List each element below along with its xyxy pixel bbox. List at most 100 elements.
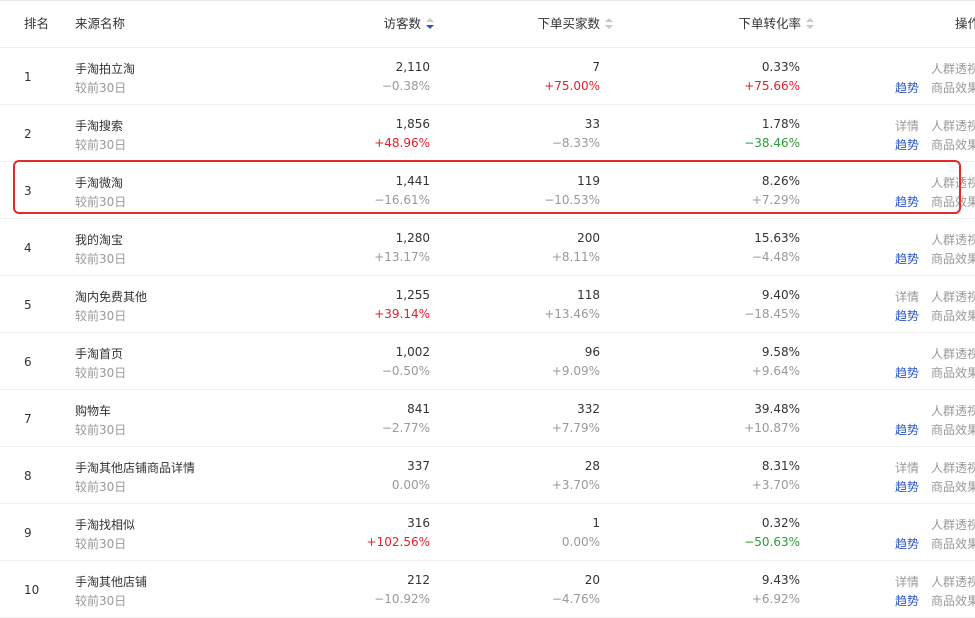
- visitors-value: 1,856: [395, 117, 430, 131]
- product-effect-link[interactable]: 商品效果: [931, 250, 975, 267]
- compare-period-label: 较前30日: [75, 81, 127, 95]
- trend-link[interactable]: 趋势: [895, 535, 919, 552]
- header-operations: 操作: [955, 16, 975, 31]
- table-row: 2 手淘搜索 较前30日 1,856 +48.96% 33 −8.33% 1.78% −38.4…: [0, 105, 975, 162]
- rank-number: 6: [24, 355, 32, 369]
- rank-number: 2: [24, 127, 32, 141]
- crowd-insight-link[interactable]: 人群透视: [931, 573, 975, 590]
- conversion-rate-change: +9.64%: [751, 364, 800, 378]
- source-name: 手淘其他店铺商品详情: [75, 461, 196, 475]
- visitors-value: 1,255: [395, 288, 430, 302]
- visitors-change: +39.14%: [374, 307, 430, 321]
- table-header: 排名 来源名称 访客数 下单买家数 下单转化率 操作: [0, 0, 975, 48]
- detail-link[interactable]: 详情: [895, 117, 919, 134]
- table-row: 9 手淘找相似 较前30日 316 +102.56% 1 0.00% 0.32% −50.63%…: [0, 504, 975, 561]
- visitors-value: 337: [407, 459, 430, 473]
- crowd-insight-link[interactable]: 人群透视: [931, 459, 975, 476]
- trend-link[interactable]: 趋势: [895, 478, 919, 495]
- buyers-value: 1: [592, 516, 600, 530]
- crowd-insight-link[interactable]: 人群透视: [931, 174, 975, 191]
- conversion-rate-value: 8.31%: [761, 459, 800, 473]
- conversion-rate-value: 9.43%: [761, 573, 800, 587]
- visitors-change: −0.50%: [381, 364, 430, 378]
- product-effect-link[interactable]: 商品效果: [931, 136, 975, 153]
- trend-link[interactable]: 趋势: [895, 307, 919, 324]
- visitors-value: 316: [407, 516, 430, 530]
- conversion-rate-change: +75.66%: [744, 79, 800, 93]
- product-effect-link[interactable]: 商品效果: [931, 478, 975, 495]
- header-buyers[interactable]: 下单买家数: [537, 1, 613, 47]
- trend-link[interactable]: 趋势: [895, 421, 919, 438]
- compare-period-label: 较前30日: [75, 594, 127, 608]
- source-name: 购物车: [75, 404, 112, 418]
- trend-link[interactable]: 趋势: [895, 79, 919, 96]
- compare-period-label: 较前30日: [75, 480, 127, 494]
- compare-period-label: 较前30日: [75, 195, 127, 209]
- product-effect-link[interactable]: 商品效果: [931, 592, 975, 609]
- product-effect-link[interactable]: 商品效果: [931, 79, 975, 96]
- table-row: 5 淘内免费其他 较前30日 1,255 +39.14% 118 +13.46% 9.40% −…: [0, 276, 975, 333]
- buyers-value: 332: [577, 402, 600, 416]
- source-name: 手淘其他店铺: [75, 575, 148, 589]
- product-effect-link[interactable]: 商品效果: [931, 307, 975, 324]
- conversion-rate-value: 1.78%: [761, 117, 800, 131]
- crowd-insight-link[interactable]: 人群透视: [931, 345, 975, 362]
- buyers-change: +8.11%: [551, 250, 600, 264]
- product-effect-link[interactable]: 商品效果: [931, 421, 975, 438]
- conversion-rate-change: −50.63%: [744, 535, 800, 549]
- trend-link[interactable]: 趋势: [895, 193, 919, 210]
- header-conversion-rate[interactable]: 下单转化率: [738, 1, 814, 47]
- crowd-insight-link[interactable]: 人群透视: [931, 516, 975, 533]
- source-name: 手淘搜索: [75, 119, 124, 133]
- visitors-value: 1,280: [395, 231, 430, 245]
- visitors-change: 0.00%: [391, 478, 430, 492]
- buyers-value: 118: [577, 288, 600, 302]
- rank-number: 3: [24, 184, 32, 198]
- table-row: 7 购物车 较前30日 841 −2.77% 332 +7.79% 39.48% +10.87%…: [0, 390, 975, 447]
- crowd-insight-link[interactable]: 人群透视: [931, 402, 975, 419]
- trend-link[interactable]: 趋势: [895, 250, 919, 267]
- buyers-value: 28: [584, 459, 600, 473]
- conversion-rate-change: −18.45%: [744, 307, 800, 321]
- visitors-change: +48.96%: [374, 136, 430, 150]
- crowd-insight-link[interactable]: 人群透视: [931, 288, 975, 305]
- trend-link[interactable]: 趋势: [895, 136, 919, 153]
- crowd-insight-link[interactable]: 人群透视: [931, 60, 975, 77]
- conversion-rate-change: +7.29%: [751, 193, 800, 207]
- detail-link[interactable]: 详情: [895, 288, 919, 305]
- product-effect-link[interactable]: 商品效果: [931, 193, 975, 210]
- buyers-value: 200: [577, 231, 600, 245]
- visitors-change: +102.56%: [366, 535, 430, 549]
- trend-link[interactable]: 趋势: [895, 592, 919, 609]
- buyers-change: +7.79%: [551, 421, 600, 435]
- buyers-change: −10.53%: [544, 193, 600, 207]
- crowd-insight-link[interactable]: 人群透视: [931, 231, 975, 248]
- compare-period-label: 较前30日: [75, 252, 127, 266]
- header-visitors[interactable]: 访客数: [383, 1, 434, 47]
- buyers-value: 20: [584, 573, 600, 587]
- visitors-value: 1,002: [395, 345, 430, 359]
- header-rate-label: 下单转化率: [738, 16, 801, 31]
- rank-number: 10: [24, 583, 40, 597]
- product-effect-link[interactable]: 商品效果: [931, 364, 975, 381]
- product-effect-link[interactable]: 商品效果: [931, 535, 975, 552]
- table-body: 1 手淘拍立淘 较前30日 2,110 −0.38% 7 +75.00% 0.33% +75.6…: [0, 48, 975, 618]
- source-name: 淘内免费其他: [75, 290, 148, 304]
- crowd-insight-link[interactable]: 人群透视: [931, 117, 975, 134]
- buyers-change: +13.46%: [544, 307, 600, 321]
- detail-link[interactable]: 详情: [895, 459, 919, 476]
- rank-number: 7: [24, 412, 32, 426]
- detail-link[interactable]: 详情: [895, 573, 919, 590]
- sort-icon[interactable]: [605, 17, 613, 30]
- visitors-change: +13.17%: [374, 250, 430, 264]
- sort-icon[interactable]: [806, 17, 814, 30]
- visitors-value: 1,441: [395, 174, 430, 188]
- buyers-change: +9.09%: [551, 364, 600, 378]
- conversion-rate-value: 9.58%: [761, 345, 800, 359]
- sort-icon[interactable]: [426, 17, 434, 30]
- buyers-change: −8.33%: [551, 136, 600, 150]
- source-name: 手淘拍立淘: [75, 62, 136, 76]
- visitors-change: −10.92%: [374, 592, 430, 606]
- trend-link[interactable]: 趋势: [895, 364, 919, 381]
- conversion-rate-change: +3.70%: [751, 478, 800, 492]
